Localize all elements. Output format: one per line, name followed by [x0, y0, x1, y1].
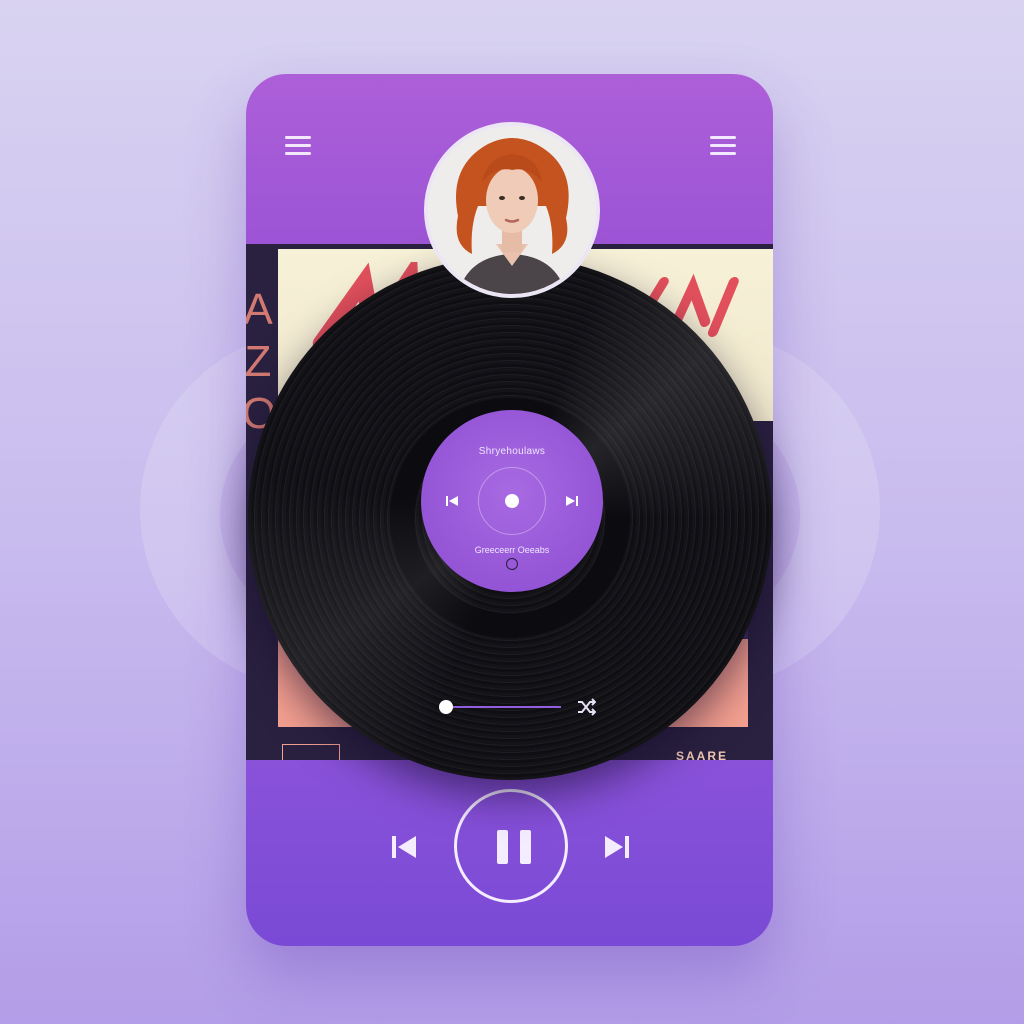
- artist-portrait-icon: [428, 126, 596, 294]
- progress-fill: [446, 706, 561, 708]
- label-subtitle: Greeceerr Oeeabs: [474, 545, 550, 555]
- progress-slider[interactable]: [439, 700, 569, 714]
- album-art-text: SAARE: [676, 749, 729, 760]
- skip-next-icon[interactable]: [565, 494, 579, 508]
- skip-previous-icon[interactable]: [445, 494, 459, 508]
- progress-knob[interactable]: [439, 700, 453, 714]
- skip-previous-icon[interactable]: [391, 834, 417, 860]
- menu-icon[interactable]: [285, 136, 311, 156]
- pause-button[interactable]: [454, 789, 568, 903]
- pause-icon: [520, 830, 531, 864]
- label-title: Shryehoulaws: [478, 446, 546, 457]
- avatar[interactable]: [424, 122, 600, 298]
- label-logo-icon: [506, 558, 518, 570]
- spindle-dot: [505, 494, 519, 508]
- record-label: Shryehoulaws Greeceerr Oeeabs: [421, 410, 603, 592]
- album-art-box: [282, 744, 340, 760]
- pause-icon: [497, 830, 508, 864]
- menu-icon[interactable]: [710, 136, 736, 156]
- skip-next-icon[interactable]: [604, 834, 630, 860]
- shuffle-icon[interactable]: [576, 698, 596, 716]
